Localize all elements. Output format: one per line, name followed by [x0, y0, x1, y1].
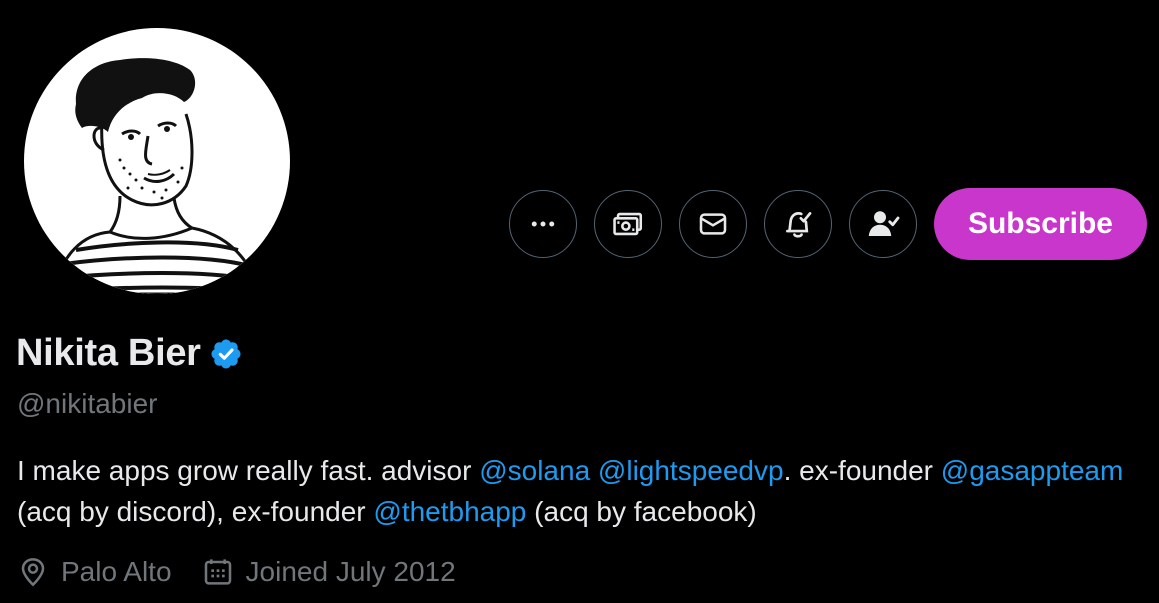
display-name: Nikita Bier: [16, 332, 201, 374]
more-button[interactable]: [508, 190, 577, 258]
avatar-image: [24, 28, 290, 294]
tip-button[interactable]: [593, 190, 662, 258]
verified-badge-icon: [211, 338, 241, 369]
notifications-button[interactable]: [763, 190, 832, 258]
name-row: Nikita Bier: [16, 332, 243, 375]
joined-date-text: Joined July 2012: [245, 556, 456, 587]
profile-header: Subscribe Nikita Bier @nikitabier I make…: [0, 0, 1159, 603]
mention-link-gasappteam[interactable]: @gasappteam: [941, 455, 1124, 486]
bell-icon: [785, 212, 812, 238]
user-handle: @nikitabier: [17, 388, 158, 419]
ellipsis-icon: [531, 221, 555, 227]
joined-item: Joined July 2012: [202, 556, 456, 588]
person-check-icon: [868, 211, 900, 236]
calendar-icon: [204, 559, 231, 585]
location-text: Palo Alto: [61, 556, 172, 587]
bio-text: [590, 455, 598, 486]
bio-text: . ex-founder: [783, 455, 941, 486]
verified-badge[interactable]: [209, 337, 243, 371]
location-item: Palo Alto: [17, 556, 172, 588]
subscribe-button[interactable]: Subscribe: [933, 188, 1147, 260]
mention-link-lightspeedvp[interactable]: @lightspeedvp: [598, 455, 784, 486]
location-pin-icon: [21, 558, 45, 587]
avatar[interactable]: [20, 24, 294, 298]
following-button[interactable]: [848, 190, 917, 258]
profile-meta: Palo Alto Joined July 2012: [17, 556, 486, 588]
bio-text: (acq by discord), ex-founder: [17, 496, 374, 527]
mention-link-solana[interactable]: @solana: [479, 455, 590, 486]
message-button[interactable]: [678, 190, 747, 258]
bio-text: I make apps grow really fast. advisor: [17, 455, 480, 486]
profile-actions: Subscribe: [508, 188, 1147, 260]
bio-text: (acq by facebook): [526, 496, 757, 527]
mention-link-thetbhapp[interactable]: @thetbhapp: [373, 496, 526, 527]
portrait-illustration: [52, 58, 262, 294]
profile-bio: I make apps grow really fast. advisor @s…: [17, 450, 1137, 532]
money-icon: [613, 212, 642, 236]
envelope-icon: [699, 213, 727, 235]
